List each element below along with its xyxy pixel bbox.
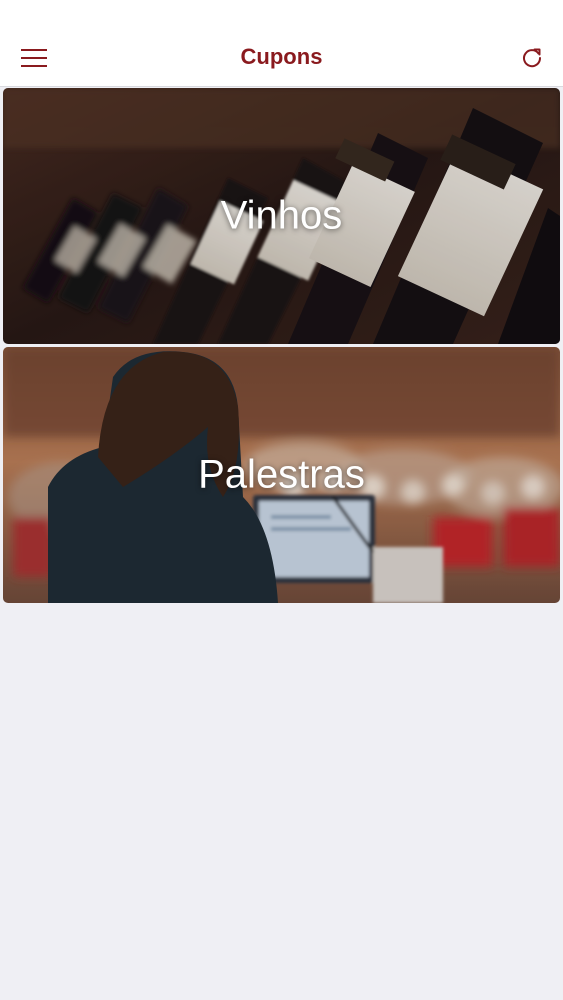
category-card-vinhos[interactable]: Vinhos [3, 88, 560, 344]
refresh-icon [523, 48, 542, 68]
page-title: Cupons [240, 44, 323, 69]
category-label-vinhos: Vinhos [220, 193, 343, 238]
status-bar [0, 0, 563, 30]
refresh-button[interactable] [515, 41, 549, 75]
navigation-bar: Cupons [0, 30, 563, 87]
category-list: Vinhos Palestras [3, 88, 560, 606]
category-card-palestras[interactable]: Palestras [3, 347, 560, 603]
category-label-palestras: Palestras [198, 452, 365, 497]
